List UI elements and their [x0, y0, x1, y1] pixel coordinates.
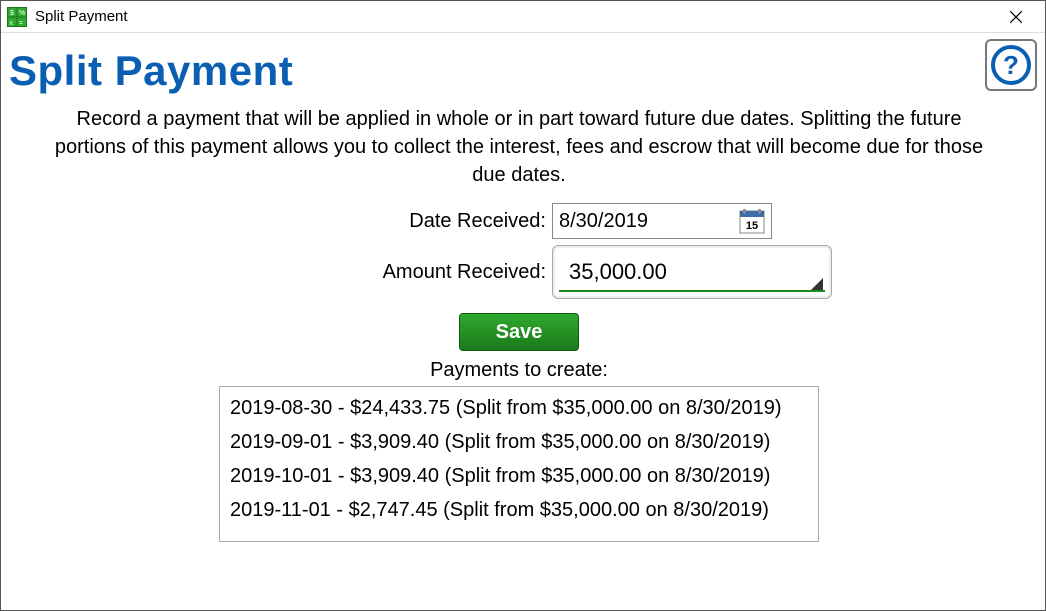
help-button[interactable]: ? [985, 39, 1037, 91]
content-area: ? Split Payment Record a payment that wi… [1, 33, 1045, 562]
page-heading: Split Payment [9, 47, 1029, 95]
date-value: 8/30/2019 [559, 210, 739, 233]
amount-row: Amount Received: [9, 245, 1029, 299]
amount-input[interactable] [567, 258, 817, 286]
date-label: Date Received: [206, 210, 546, 233]
svg-text:%: % [19, 10, 25, 17]
svg-text:15: 15 [746, 220, 758, 232]
list-item: 2019-11-01 - $2,747.45 (Split from $35,0… [230, 493, 808, 527]
close-button[interactable] [993, 1, 1039, 33]
calendar-icon[interactable]: 15 [739, 208, 765, 234]
window-title: Split Payment [35, 8, 993, 25]
titlebar: $ % x = Split Payment [1, 1, 1045, 33]
save-button[interactable]: Save [459, 313, 579, 351]
svg-text:?: ? [1003, 50, 1019, 80]
payments-label: Payments to create: [9, 359, 1029, 382]
list-item: 2019-08-30 - $24,433.75 (Split from $35,… [230, 391, 808, 425]
page-description: Record a payment that will be applied in… [39, 105, 999, 189]
close-icon [1009, 10, 1023, 24]
amount-input-wrap [552, 245, 832, 299]
list-item: 2019-09-01 - $3,909.40 (Split from $35,0… [230, 425, 808, 459]
dialog-window: $ % x = Split Payment ? Split Payment [0, 0, 1046, 611]
help-icon: ? [991, 45, 1031, 85]
date-input[interactable]: 8/30/2019 15 [552, 203, 772, 239]
svg-text:x: x [10, 20, 14, 27]
amount-label: Amount Received: [206, 261, 546, 284]
list-item: 2019-10-01 - $3,909.40 (Split from $35,0… [230, 459, 808, 493]
app-icon: $ % x = [7, 7, 27, 27]
svg-text:=: = [19, 20, 23, 27]
payments-list: 2019-08-30 - $24,433.75 (Split from $35,… [219, 386, 819, 542]
amount-input-inner [559, 250, 825, 294]
resize-grip-icon [809, 278, 823, 292]
date-row: Date Received: 8/30/2019 15 [9, 203, 1029, 239]
svg-text:$: $ [10, 10, 14, 17]
